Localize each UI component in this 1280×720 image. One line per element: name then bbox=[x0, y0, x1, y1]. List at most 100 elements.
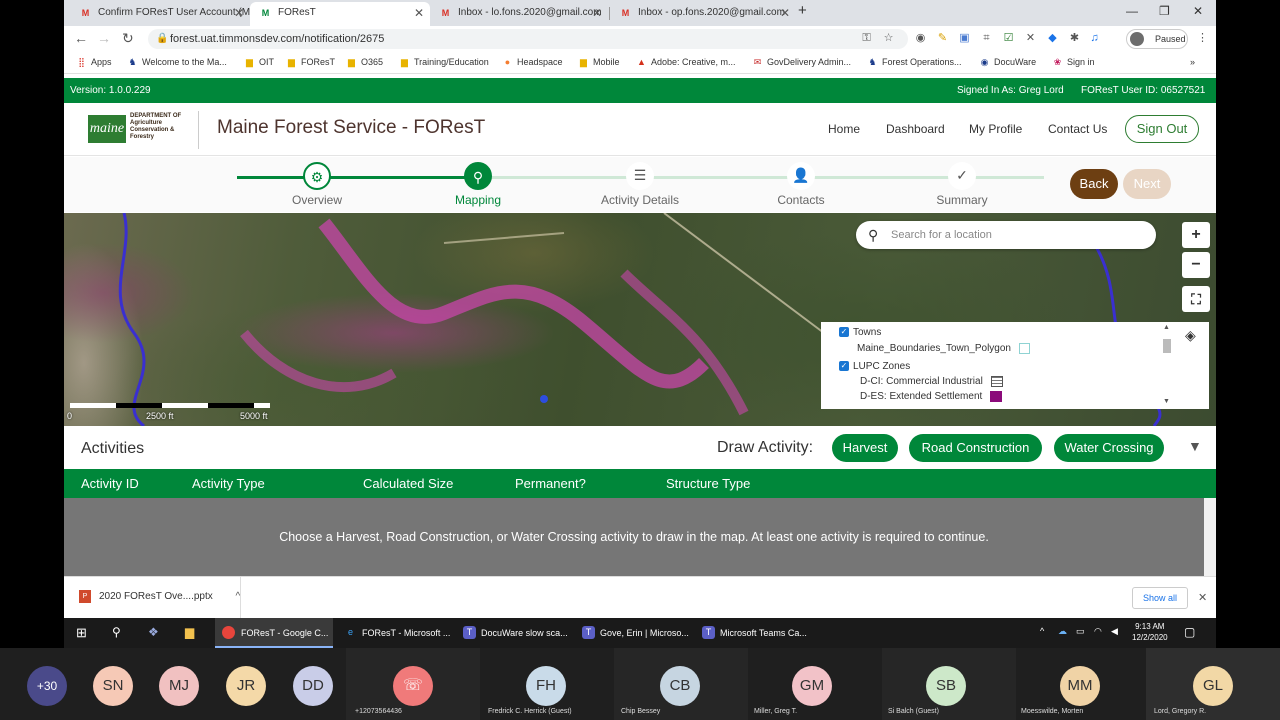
taskbar-edge[interactable]: e FOResT - Microsoft ... bbox=[344, 618, 456, 648]
layer-scrollbar[interactable]: ▲ ▼ bbox=[1163, 324, 1171, 407]
map-marker[interactable] bbox=[540, 395, 548, 403]
avatar[interactable]: MJ bbox=[159, 666, 199, 706]
bookmark-forest-ops[interactable]: ♞ Forest Operations... bbox=[867, 57, 961, 67]
step-activity-details[interactable]: Activity Details bbox=[580, 193, 700, 207]
taskbar-chrome[interactable]: FOResT - Google C... bbox=[215, 618, 333, 648]
next-button[interactable]: Next bbox=[1123, 169, 1171, 199]
bookmark-govdelivery[interactable]: ✉ GovDelivery Admin... bbox=[752, 57, 851, 67]
table-scrollbar[interactable] bbox=[1204, 498, 1216, 576]
person-icon[interactable]: 👤 bbox=[787, 162, 815, 190]
map-pin-icon[interactable]: ⚲ bbox=[464, 162, 492, 190]
avatar[interactable]: DD bbox=[293, 666, 333, 706]
participant-tile[interactable]: GM Miller, Greg T. bbox=[748, 648, 882, 720]
bookmark-forest[interactable]: ▆ FOResT bbox=[286, 57, 335, 67]
taskbar-teams-call[interactable]: T Microsoft Teams Ca... bbox=[702, 618, 814, 648]
participant-tile[interactable]: SB Si Balch (Guest) bbox=[882, 648, 1016, 720]
forward-arrow-icon[interactable]: → bbox=[97, 30, 111, 46]
extension-media-icon[interactable]: ♫ bbox=[1088, 32, 1101, 45]
star-icon[interactable]: ☆ bbox=[882, 32, 895, 45]
step-summary[interactable]: Summary bbox=[902, 193, 1022, 207]
col-calculated-size[interactable]: Calculated Size bbox=[363, 469, 453, 498]
col-permanent[interactable]: Permanent? bbox=[515, 469, 586, 498]
windows-start-icon[interactable]: ⊞ bbox=[76, 625, 87, 641]
extension-blue-icon[interactable]: ◆ bbox=[1046, 32, 1059, 45]
zoom-out-button[interactable]: − bbox=[1182, 252, 1210, 278]
profile-paused-button[interactable]: Paused bbox=[1126, 29, 1188, 49]
avatar[interactable]: SN bbox=[93, 666, 133, 706]
kebab-menu-icon[interactable]: ⋮ bbox=[1196, 32, 1209, 45]
col-activity-id[interactable]: Activity ID bbox=[81, 469, 139, 498]
extension-check-icon[interactable]: ☑ bbox=[1002, 32, 1015, 45]
onedrive-icon[interactable]: ☁ bbox=[1058, 626, 1067, 637]
water-crossing-button[interactable]: Water Crossing bbox=[1054, 434, 1164, 462]
bookmark-headspace[interactable]: ● Headspace bbox=[502, 57, 563, 67]
system-clock[interactable]: 9:13 AM 12/2/2020 bbox=[1132, 621, 1168, 643]
layer-towns[interactable]: ✓ Towns bbox=[839, 327, 881, 338]
url-input[interactable]: 🔒 forest.uat.timmonsdev.com/notification… bbox=[148, 29, 908, 49]
layer-lupc-zones[interactable]: ✓ LUPC Zones bbox=[839, 361, 910, 372]
show-all-button[interactable]: Show all bbox=[1132, 587, 1188, 609]
road-construction-button[interactable]: Road Construction bbox=[909, 434, 1042, 462]
search-icon[interactable]: ⚲ bbox=[112, 625, 121, 639]
bookmark-welcome[interactable]: ♞ Welcome to the Ma... bbox=[127, 57, 226, 67]
fullscreen-icon[interactable]: ⛶ bbox=[1182, 286, 1210, 312]
layers-stack-icon[interactable]: ◈ bbox=[1185, 327, 1196, 344]
taskbar-teams-docuware[interactable]: T DocuWare slow sca... bbox=[463, 618, 575, 648]
puzzle-icon[interactable]: ✱ bbox=[1068, 32, 1081, 45]
extension-x-icon[interactable]: ✕ bbox=[1024, 32, 1037, 45]
nav-home[interactable]: Home bbox=[828, 122, 860, 136]
volume-icon[interactable]: ◀ bbox=[1111, 626, 1118, 637]
bookmark-adobe[interactable]: ▲ Adobe: Creative, m... bbox=[636, 57, 736, 67]
close-icon[interactable]: ✕ bbox=[414, 2, 424, 24]
participant-tile[interactable]: FH Fredrick C. Herrick (Guest) bbox=[480, 648, 614, 720]
close-icon[interactable]: ✕ bbox=[234, 2, 244, 24]
extension-screen-icon[interactable]: ▣ bbox=[958, 32, 971, 45]
step-mapping[interactable]: Mapping bbox=[418, 193, 538, 207]
sign-out-button[interactable]: Sign Out bbox=[1125, 115, 1199, 143]
bookmark-docuware[interactable]: ◉ DocuWare bbox=[979, 57, 1037, 67]
back-button[interactable]: Back bbox=[1070, 169, 1118, 199]
tab-gmail-inbox-lo[interactable]: M Inbox - lo.fons.2020@gmail.com ✕ bbox=[430, 2, 608, 26]
check-icon[interactable]: ✓ bbox=[948, 162, 976, 190]
file-explorer-icon[interactable]: ▆ bbox=[185, 625, 194, 639]
scroll-up-icon[interactable]: ▲ bbox=[1163, 324, 1170, 331]
nav-dashboard[interactable]: Dashboard bbox=[886, 122, 945, 136]
participant-tile[interactable]: MM Moesswilde, Morten bbox=[1016, 648, 1146, 720]
wifi-icon[interactable]: ◠ bbox=[1094, 626, 1102, 637]
location-search-input[interactable]: ⚲ Search for a location bbox=[856, 221, 1156, 249]
gear-icon[interactable]: ⚙ bbox=[303, 162, 331, 190]
new-tab-button[interactable]: + bbox=[798, 2, 807, 19]
checkbox-checked-icon[interactable]: ✓ bbox=[839, 327, 849, 338]
step-contacts[interactable]: Contacts bbox=[741, 193, 861, 207]
key-icon[interactable]: ⚿ bbox=[860, 32, 873, 45]
maximize-icon[interactable]: ❐ bbox=[1159, 4, 1170, 18]
task-view-icon[interactable]: ❖ bbox=[148, 625, 159, 639]
bookmark-o365[interactable]: ▆ O365 bbox=[346, 57, 383, 67]
map-canvas[interactable]: ⚲ Search for a location + − ⛶ ✓ Towns Mai… bbox=[64, 213, 1216, 426]
harvest-button[interactable]: Harvest bbox=[832, 434, 898, 462]
scroll-down-icon[interactable]: ▼ bbox=[1163, 398, 1170, 405]
download-item[interactable]: P 2020 FOResT Ove....pptx ^ bbox=[79, 590, 240, 603]
bookmark-training[interactable]: ▆ Training/Education bbox=[399, 57, 489, 67]
tab-gmail-inbox-op[interactable]: M Inbox - op.fons.2020@gmail.com ✕ bbox=[610, 2, 796, 26]
chevron-down-icon[interactable]: ▼ bbox=[1188, 438, 1202, 454]
window-close-icon[interactable]: ✕ bbox=[1193, 4, 1203, 18]
reload-icon[interactable]: ↻ bbox=[122, 30, 134, 47]
tab-forest[interactable]: M FOResT ✕ bbox=[250, 2, 430, 26]
notifications-icon[interactable]: ▢ bbox=[1184, 625, 1195, 639]
tab-gmail-confirm[interactable]: M Confirm FOResT User Account (M ✕ bbox=[70, 2, 250, 26]
minimize-icon[interactable]: — bbox=[1126, 4, 1138, 18]
back-arrow-icon[interactable]: ← bbox=[74, 30, 88, 46]
bookmark-signin[interactable]: ❀ Sign in bbox=[1052, 57, 1095, 67]
extension-pen-icon[interactable]: ✎ bbox=[936, 32, 949, 45]
participant-tile[interactable]: CB Chip Bessey bbox=[614, 648, 748, 720]
extension-crop-icon[interactable]: ⌗ bbox=[980, 32, 993, 45]
dacf-logo[interactable]: maine DEPARTMENT OF Agriculture Conserva… bbox=[88, 113, 184, 146]
taskbar-teams-gove[interactable]: T Gove, Erin | Microso... bbox=[582, 618, 694, 648]
zoom-in-button[interactable]: + bbox=[1182, 222, 1210, 248]
checkbox-checked-icon[interactable]: ✓ bbox=[839, 361, 849, 372]
bookmark-oit[interactable]: ▆ OIT bbox=[244, 57, 274, 67]
col-activity-type[interactable]: Activity Type bbox=[192, 469, 265, 498]
scroll-thumb[interactable] bbox=[1163, 339, 1171, 353]
close-icon[interactable]: ✕ bbox=[592, 2, 602, 24]
